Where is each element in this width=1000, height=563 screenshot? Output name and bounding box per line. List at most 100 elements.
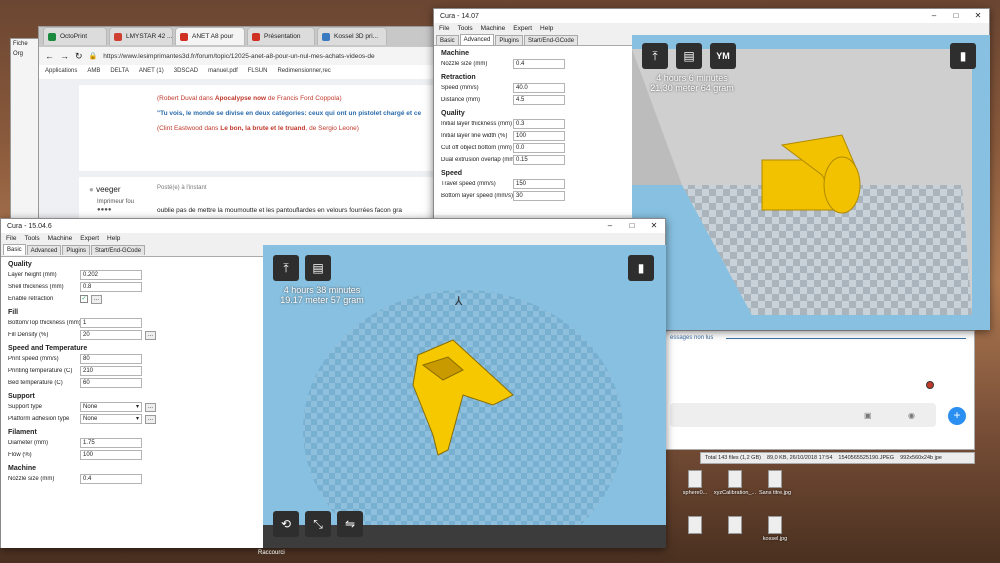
setting-field[interactable]: 100 [513, 131, 565, 141]
bookmark-item[interactable]: 3DSCAD [174, 68, 198, 74]
bookmark-item[interactable]: ANET (1) [139, 68, 164, 74]
record-icon[interactable] [926, 381, 934, 389]
tab-basic[interactable]: Basic [436, 35, 459, 45]
desktop-icon[interactable] [712, 516, 758, 536]
setting-field[interactable]: 0.3 [513, 119, 565, 129]
setting-label: Nozzle size (mm) [441, 61, 488, 67]
tab-start-end-gcode[interactable]: Start/End-GCode [524, 35, 579, 45]
browser-tab-lmystar[interactable]: LMYSTAR 42 ... [109, 27, 173, 45]
setting-field[interactable]: 4.5 [513, 95, 565, 105]
setting-row: Distance (mm) 4.5 [434, 94, 632, 106]
tab-start-end-gcode[interactable]: Start/End-GCode [91, 245, 146, 255]
forward-icon[interactable]: → [60, 51, 69, 61]
setting-field[interactable]: 210 [80, 366, 142, 376]
close-button[interactable]: ✕ [643, 219, 665, 233]
quote1: (Robert Duval dans Apocalypse now de Fra… [157, 95, 342, 102]
browser-tab-anet[interactable]: ANET A8 pour [175, 27, 245, 45]
setting-field[interactable]: 80 [80, 354, 142, 364]
setting-field[interactable]: 0.202 [80, 270, 142, 280]
mirror-tool-icon[interactable]: ⇋ [337, 511, 363, 537]
close-button[interactable]: ✕ [967, 9, 989, 23]
bookmark-item[interactable]: AMB [87, 68, 100, 74]
setting-field[interactable]: 0.4 [80, 474, 142, 484]
reload-icon[interactable]: ↻ [75, 51, 83, 62]
setting-select[interactable]: None [80, 402, 142, 412]
location-icon[interactable]: ◉ [908, 411, 915, 420]
desktop-icon[interactable]: Sans titre.jpg [752, 470, 798, 496]
bookmark-item[interactable]: Redimensionner,rec [277, 68, 330, 74]
retraction-checkbox[interactable]: ✓ [80, 295, 88, 303]
setting-field[interactable]: 0.8 [80, 282, 142, 292]
menu-machine[interactable]: Machine [48, 235, 73, 242]
menu-file[interactable]: File [6, 235, 16, 242]
load-icon[interactable]: ⤒ [642, 43, 668, 69]
save-icon[interactable]: ▤ [305, 255, 331, 281]
setting-field[interactable]: 1.75 [80, 438, 142, 448]
taskbar-label: Raccourci [258, 550, 285, 556]
menu-machine[interactable]: Machine [481, 25, 506, 32]
setting-field[interactable]: 1 [80, 318, 142, 328]
bookmark-item[interactable]: DELTA [110, 68, 128, 74]
setting-label: Printing temperature (C) [8, 368, 73, 374]
setting-field[interactable]: 150 [513, 179, 565, 189]
messages-label[interactable]: essages non lus [670, 335, 713, 341]
scale-tool-icon[interactable]: ⤡ [305, 511, 331, 537]
side-label-org: Org [13, 51, 24, 57]
ym-button[interactable]: YM [710, 43, 736, 69]
setting-field[interactable]: 60 [80, 378, 142, 388]
tab-plugins[interactable]: Plugins [495, 35, 524, 45]
tab-basic[interactable]: Basic [3, 244, 26, 255]
username[interactable]: ● veeger [89, 185, 121, 194]
photo-icon[interactable]: ▣ [864, 411, 872, 420]
compose-bar[interactable] [670, 403, 936, 427]
more-options-button[interactable]: ... [91, 294, 102, 304]
tab-advanced[interactable]: Advanced [26, 245, 62, 255]
setting-field[interactable]: 20 [80, 330, 142, 340]
menu-tools[interactable]: Tools [457, 25, 472, 32]
rotate-tool-icon[interactable]: ⟲ [273, 511, 299, 537]
more-options-button[interactable]: ... [145, 330, 156, 340]
menu-expert[interactable]: Expert [80, 235, 99, 242]
setting-select[interactable]: None [80, 414, 142, 424]
add-button[interactable]: + [948, 407, 966, 425]
load-icon[interactable]: ⤒ [273, 255, 299, 281]
more-options-button[interactable]: ... [145, 414, 156, 424]
browser-tab-presentation[interactable]: Présentation [247, 27, 315, 45]
minimize-button[interactable]: – [923, 9, 945, 23]
setting-field[interactable]: 30 [513, 191, 565, 201]
back-icon[interactable]: ← [45, 51, 54, 61]
setting-field[interactable]: 0.4 [513, 59, 565, 69]
tab-plugins[interactable]: Plugins [62, 245, 91, 255]
bookmark-item[interactable]: FLSUN [248, 68, 268, 74]
setting-label: Diameter (mm) [8, 440, 48, 446]
save-icon[interactable]: ▤ [676, 43, 702, 69]
menu-file[interactable]: File [439, 25, 449, 32]
view-mode-icon[interactable]: ▮ [628, 255, 654, 281]
tab-advanced[interactable]: Advanced [459, 34, 495, 45]
setting-field[interactable]: 0.15 [513, 155, 565, 165]
cura15-settings-panel: Quality Layer height (mm) 0.202 Shell thick… [1, 256, 263, 548]
cura14-viewport[interactable]: ⤒ ▤ YM ▮ 4 hours 6 minutes 21.30 meter 6… [632, 35, 990, 330]
bookmark-item[interactable]: manuel.pdf [208, 68, 238, 74]
side-label-fiche: Fiche [13, 41, 28, 47]
url-field[interactable]: https://www.lesimprimantes3d.fr/forum/to… [103, 53, 433, 60]
setting-field[interactable]: 0.0 [513, 143, 565, 153]
setting-field[interactable]: 100 [80, 450, 142, 460]
maximize-button[interactable]: □ [621, 219, 643, 233]
browser-tab-kossel[interactable]: Kossel 3D pri... [317, 27, 387, 45]
browser-tab-octoprint[interactable]: OctoPrint [43, 27, 107, 45]
setting-label: Distance (mm) [441, 97, 481, 103]
bookmark-item[interactable]: Applications [45, 68, 77, 74]
setting-field[interactable]: 40.0 [513, 83, 565, 93]
setting-row: Initial layer line width (%) 100 [434, 130, 632, 142]
menu-help[interactable]: Help [107, 235, 120, 242]
more-options-button[interactable]: ... [145, 402, 156, 412]
menu-expert[interactable]: Expert [513, 25, 532, 32]
desktop-icon[interactable]: kossel.jpg [752, 516, 798, 542]
minimize-button[interactable]: – [599, 219, 621, 233]
view-mode-icon[interactable]: ▮ [950, 43, 976, 69]
menu-help[interactable]: Help [540, 25, 553, 32]
menu-tools[interactable]: Tools [24, 235, 39, 242]
cura15-viewport[interactable]: ⅄ ⤒ ▤ ▮ 4 hours 38 minutes 19.17 meter 5… [263, 245, 666, 548]
maximize-button[interactable]: □ [945, 9, 967, 23]
